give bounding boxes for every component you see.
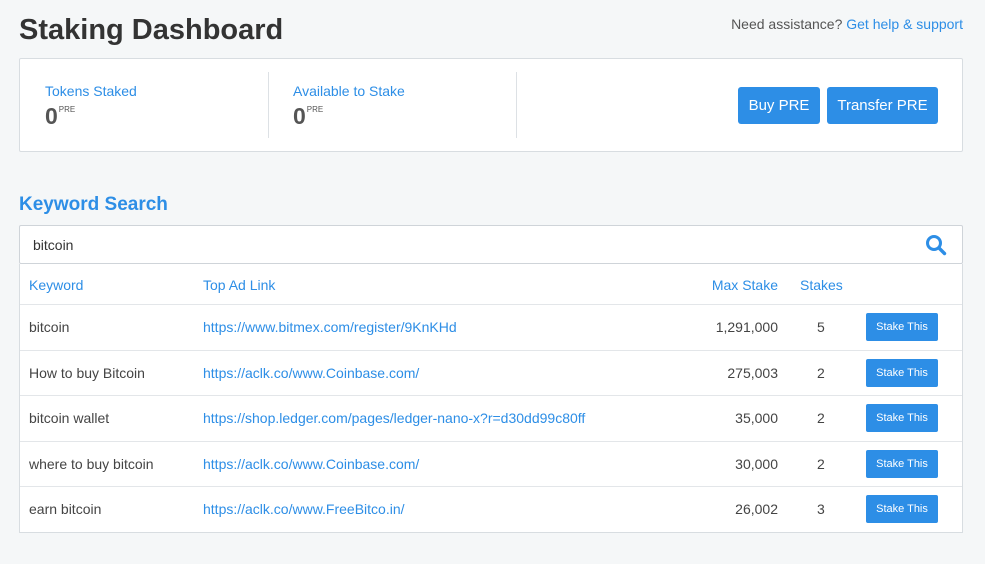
available-to-stake-value: 0PRE — [293, 103, 323, 130]
keyword-cell: bitcoin — [29, 319, 70, 335]
stake-this-button[interactable]: Stake This — [866, 449, 938, 478]
table-row: earn bitcoin https://aclk.co/www.FreeBit… — [20, 487, 962, 533]
max-stake-cell: 275,003 — [727, 364, 778, 381]
top-ad-link[interactable]: https://aclk.co/www.FreeBitco.in/ — [203, 501, 405, 517]
table-row: How to buy Bitcoin https://aclk.co/www.C… — [20, 351, 962, 396]
search-icon[interactable] — [925, 234, 947, 256]
stats-card: Tokens Staked 0PRE Available to Stake 0P… — [19, 58, 963, 152]
stake-this-button[interactable]: Stake This — [866, 495, 938, 523]
stat-divider — [516, 72, 517, 138]
keyword-cell: How to buy Bitcoin — [29, 364, 145, 381]
help-text: Need assistance? Get help & support — [731, 16, 963, 32]
stake-this-button[interactable]: Stake This — [866, 404, 938, 432]
max-stake-cell: 26,002 — [735, 501, 778, 517]
table-header: Keyword Top Ad Link Max Stake Stakes — [20, 264, 962, 305]
keyword-results-table: Keyword Top Ad Link Max Stake Stakes bit… — [19, 264, 963, 533]
table-row: where to buy bitcoin https://aclk.co/www… — [20, 442, 962, 487]
header-keyword[interactable]: Keyword — [29, 277, 83, 293]
stake-this-button[interactable]: Stake This — [866, 313, 938, 341]
stakes-cell: 5 — [817, 319, 825, 335]
keyword-search-input[interactable] — [33, 226, 913, 263]
keyword-search-title: Keyword Search — [19, 194, 168, 215]
buy-pre-button[interactable]: Buy PRE — [738, 87, 820, 124]
table-row: bitcoin wallet https://shop.ledger.com/p… — [20, 396, 962, 442]
stat-divider — [268, 72, 269, 138]
help-prefix: Need assistance? — [731, 16, 843, 32]
keyword-cell: earn bitcoin — [29, 501, 102, 517]
table-row: bitcoin https://www.bitmex.com/register/… — [20, 305, 962, 351]
header-max-stake[interactable]: Max Stake — [712, 277, 778, 293]
max-stake-cell: 35,000 — [735, 410, 778, 426]
max-stake-cell: 1,291,000 — [715, 319, 778, 335]
help-support-link[interactable]: Get help & support — [846, 16, 963, 32]
top-ad-link[interactable]: https://aclk.co/www.Coinbase.com/ — [203, 365, 419, 381]
header-top-ad-link[interactable]: Top Ad Link — [203, 277, 275, 293]
stake-this-button[interactable]: Stake This — [866, 358, 938, 387]
stakes-cell: 3 — [817, 501, 825, 517]
header-stakes[interactable]: Stakes — [800, 277, 843, 293]
stakes-cell: 2 — [817, 410, 825, 426]
top-ad-link[interactable]: https://shop.ledger.com/pages/ledger-nan… — [203, 410, 585, 426]
page-title: Staking Dashboard — [19, 14, 284, 46]
keyword-search-box — [19, 225, 963, 264]
available-amount: 0 — [293, 103, 306, 129]
keyword-cell: where to buy bitcoin — [29, 455, 154, 472]
transfer-pre-button[interactable]: Transfer PRE — [827, 87, 938, 124]
tokens-staked-label: Tokens Staked — [45, 83, 137, 99]
stakes-cell: 2 — [817, 364, 825, 381]
staking-dashboard-page: Staking Dashboard Need assistance? Get h… — [0, 0, 985, 564]
tokens-staked-value: 0PRE — [45, 103, 75, 130]
available-to-stake-label: Available to Stake — [293, 83, 405, 99]
top-ad-link[interactable]: https://aclk.co/www.Coinbase.com/ — [203, 456, 419, 472]
tokens-staked-amount: 0 — [45, 103, 58, 129]
keyword-cell: bitcoin wallet — [29, 410, 110, 426]
stakes-cell: 2 — [817, 455, 825, 472]
top-ad-link[interactable]: https://www.bitmex.com/register/9KnKHd — [203, 319, 457, 335]
max-stake-cell: 30,000 — [735, 455, 778, 472]
tokens-staked-unit: PRE — [58, 105, 76, 114]
available-unit: PRE — [306, 105, 324, 114]
